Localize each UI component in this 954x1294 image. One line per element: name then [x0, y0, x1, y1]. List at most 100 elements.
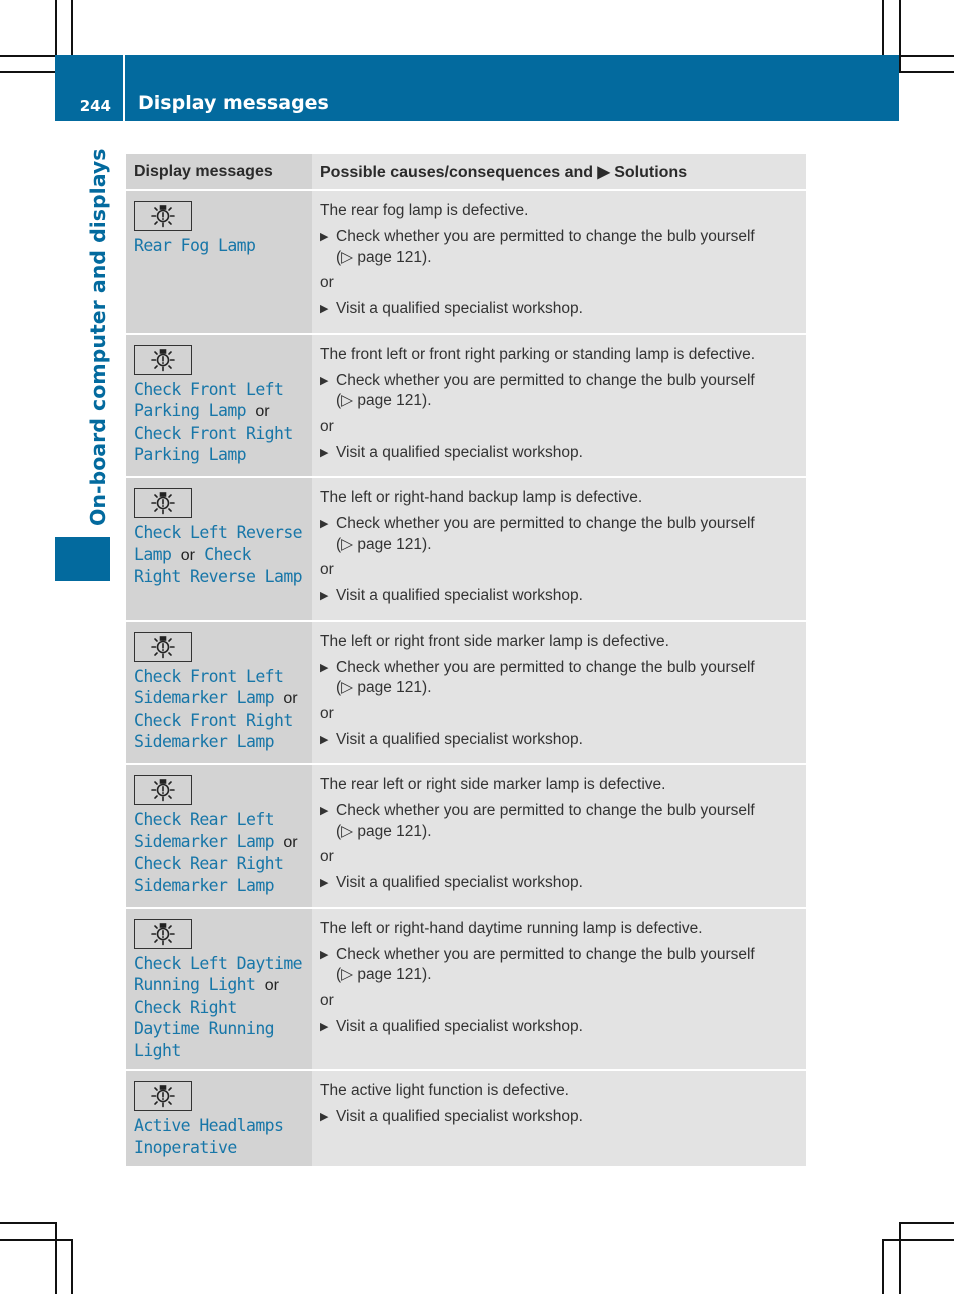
crop-mark: [0, 1239, 71, 1241]
page-reference-link[interactable]: (▷ page 121).: [336, 823, 432, 840]
or-separator: or: [320, 704, 334, 722]
cause-text: The left or right front side marker lamp…: [320, 632, 669, 650]
page-reference-link[interactable]: (▷ page 121).: [336, 249, 432, 266]
or-connector: or: [283, 690, 298, 707]
action-triangle-icon: ▶: [320, 231, 329, 243]
column-header-display-messages: Display messages: [126, 154, 312, 190]
action-triangle-icon: ▶: [320, 877, 329, 889]
or-separator: or: [320, 417, 334, 435]
solution-step: ▶ Check whether you are permitted to chan…: [320, 658, 798, 699]
page-reference-link[interactable]: (▷ page 121).: [336, 679, 432, 696]
chapter-label: On-board computer and displays: [86, 148, 110, 526]
display-message: Rear Fog Lamp: [134, 236, 256, 255]
solution-text: Visit a qualified specialist workshop.: [336, 587, 583, 604]
bulb-warning-icon: [134, 201, 192, 231]
causes-solutions-cell: The front left or front right parking or…: [312, 332, 806, 477]
display-message: Check Right Daytime Running Light: [134, 997, 275, 1060]
display-message-text: Check Left Reverse Lamp or Check Right R…: [134, 522, 304, 588]
crop-mark: [71, 0, 73, 55]
crop-mark: [71, 1239, 73, 1294]
solution-step: ▶ Check whether you are permitted to chan…: [320, 801, 798, 842]
cause-text: The rear fog lamp is defective.: [320, 202, 529, 219]
action-triangle-icon: ▶: [320, 1111, 329, 1123]
display-message-cell: Check Rear Left Sidemarker Lamp or Check…: [126, 763, 312, 908]
chapter-tab-marker: [55, 537, 110, 581]
display-message-cell: Check Left Daytime Running Light or Chec…: [126, 906, 312, 1070]
causes-solutions-cell: The rear left or right side marker lamp …: [312, 763, 806, 908]
bulb-warning-icon: [134, 775, 192, 805]
causes-solutions-cell: The rear fog lamp is defective. ▶ Check wh…: [312, 189, 806, 334]
solution-step: ▶ Visit a qualified specialist workshop.: [320, 443, 798, 464]
display-message-text: Check Front Left Parking Lamp or Check F…: [134, 379, 304, 466]
or-separator: or: [320, 848, 334, 865]
action-triangle-icon: ▶: [320, 733, 329, 746]
crop-mark: [0, 55, 55, 57]
crop-mark: [0, 71, 55, 73]
solution-text: Check whether you are permitted to chang…: [336, 945, 755, 963]
crop-mark: [882, 0, 884, 55]
solution-step: ▶ Visit a qualified specialist workshop.: [320, 299, 798, 320]
crop-mark: [899, 71, 954, 73]
display-message-cell: Check Front Left Parking Lamp or Check F…: [126, 332, 312, 477]
page-reference-link[interactable]: (▷ page 121).: [336, 966, 432, 983]
or-separator: or: [320, 561, 334, 578]
solution-step: ▶ Visit a qualified specialist workshop.: [320, 730, 798, 751]
display-message-text: Rear Fog Lamp: [134, 235, 304, 257]
action-triangle-icon: ▶: [320, 805, 329, 817]
solution-text: Visit a qualified specialist workshop.: [336, 1108, 583, 1125]
section-title: Display messages: [138, 92, 329, 114]
bulb-warning-icon: [134, 488, 192, 518]
solution-step: ▶ Check whether you are permitted to chan…: [320, 945, 798, 986]
solution-text: Visit a qualified specialist workshop.: [336, 1017, 583, 1035]
action-triangle-icon: ▶: [320, 590, 329, 602]
crop-mark: [899, 1222, 901, 1294]
action-triangle-icon: ▶: [320, 1020, 329, 1033]
solution-step: ▶ Visit a qualified specialist workshop.: [320, 873, 798, 894]
action-triangle-icon: ▶: [320, 518, 329, 530]
solution-step: ▶ Check whether you are permitted to chan…: [320, 514, 798, 555]
cause-text: The rear left or right side marker lamp …: [320, 776, 666, 793]
page-reference-link[interactable]: (▷ page 121).: [336, 536, 432, 553]
bulb-warning-icon: [134, 344, 192, 375]
table-row: Check Front Left Parking Lamp or Check F…: [126, 332, 806, 477]
display-message: Check Front Right Sidemarker Lamp: [134, 710, 293, 752]
action-triangle-icon: ▶: [320, 303, 329, 315]
solution-step: ▶ Check whether you are permitted to chan…: [320, 227, 798, 268]
table-header-row: Display messages Possible causes/consequ…: [126, 154, 806, 190]
display-message: Check Front Right Parking Lamp: [134, 423, 293, 465]
crop-mark: [899, 0, 901, 71]
or-separator: or: [320, 991, 334, 1009]
page-number: 244: [79, 97, 111, 115]
display-message: Check Rear Left Sidemarker Lamp: [134, 810, 275, 851]
display-message-cell: Rear Fog Lamp: [126, 189, 312, 334]
action-triangle-icon: ▶: [320, 661, 329, 674]
column-header-causes: Possible causes/consequences and ▶ Solut…: [312, 154, 806, 190]
causes-solutions-cell: The left or right-hand daytime running l…: [312, 906, 806, 1070]
or-separator: or: [320, 274, 334, 291]
action-triangle-icon: ▶: [320, 948, 329, 961]
cause-text: The front left or front right parking or…: [320, 345, 756, 363]
display-message: Check Rear Right Sidemarker Lamp: [134, 854, 284, 895]
or-connector: or: [255, 403, 270, 420]
solution-text: Visit a qualified specialist workshop.: [336, 874, 583, 891]
display-message-text: Check Front Left Sidemarker Lamp or Chec…: [134, 666, 304, 753]
bulb-warning-icon: [134, 918, 192, 949]
solution-step: ▶ Visit a qualified specialist workshop.: [320, 1017, 798, 1038]
causes-solutions-cell: The active light function is defective. ▶…: [312, 1069, 806, 1166]
bulb-warning-icon: [134, 1081, 192, 1111]
solution-text: Check whether you are permitted to chang…: [336, 802, 755, 819]
display-message-text: Active Headlamps Inoperative: [134, 1115, 304, 1158]
solution-step: ▶ Visit a qualified specialist workshop.: [320, 1107, 798, 1128]
solution-text: Check whether you are permitted to chang…: [336, 658, 755, 676]
action-triangle-icon: ▶: [320, 374, 329, 387]
crop-mark: [882, 1239, 954, 1241]
table-row: Check Rear Left Sidemarker Lamp or Check…: [126, 763, 806, 908]
table-row: Check Left Daytime Running Light or Chec…: [126, 906, 806, 1070]
solution-text: Visit a qualified specialist workshop.: [336, 443, 583, 461]
solution-step: ▶ Visit a qualified specialist workshop.: [320, 586, 798, 607]
display-message-cell: Check Front Left Sidemarker Lamp or Chec…: [126, 619, 312, 764]
crop-mark: [882, 1239, 884, 1294]
page-reference-link[interactable]: (▷ page 121).: [336, 392, 432, 409]
action-triangle-icon: ▶: [320, 446, 329, 459]
table-row: Active Headlamps Inoperative The active l…: [126, 1069, 806, 1166]
